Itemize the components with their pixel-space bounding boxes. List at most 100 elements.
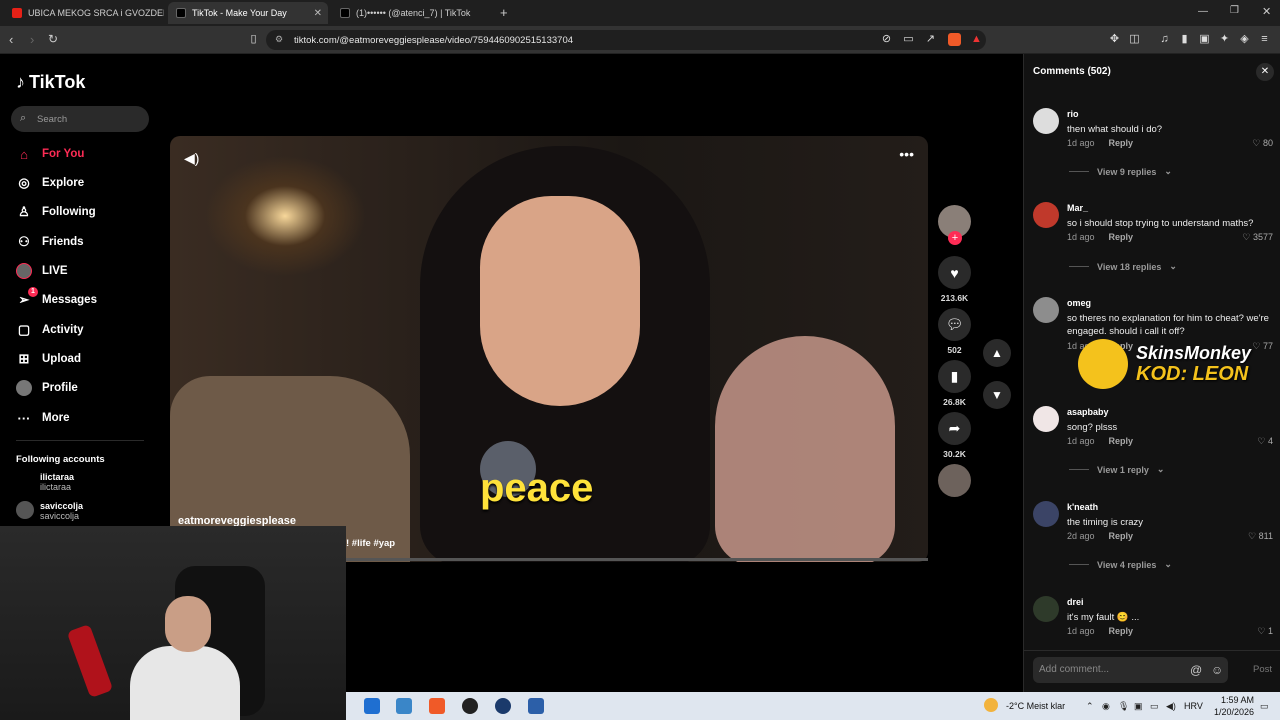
leo-ai-icon[interactable]: ✦ <box>1218 33 1231 46</box>
menu-icon[interactable]: ≡ <box>1258 33 1271 46</box>
brave-browser-icon[interactable] <box>429 698 445 714</box>
wallet-icon[interactable]: ▣ <box>1198 33 1211 46</box>
video-player[interactable]: peace ◀) ••• <box>170 136 928 562</box>
volume-icon[interactable]: ◀) <box>1166 701 1176 712</box>
nav-profile[interactable]: Profile <box>16 380 78 396</box>
nav-explore[interactable]: ◎ Explore <box>16 175 84 191</box>
share-icon[interactable]: ↗ <box>924 33 937 46</box>
volume-icon[interactable]: ◀) <box>184 150 199 167</box>
weather-text[interactable]: -2°C Meist klar <box>1006 701 1065 711</box>
network-icon[interactable]: ▭ <box>1150 701 1159 712</box>
avatar[interactable] <box>1033 501 1059 527</box>
comment-like[interactable]: ♡ 3577 <box>1242 232 1273 243</box>
start-icon[interactable] <box>364 698 380 714</box>
clock-date[interactable]: 1/20/2026 <box>1204 707 1254 717</box>
mic-icon[interactable]: 🎙︎ <box>1118 701 1129 712</box>
reload-icon[interactable]: ↻ <box>48 32 58 46</box>
post-button[interactable]: Post <box>1253 664 1272 675</box>
nav-friends[interactable]: ⚇ Friends <box>16 234 83 250</box>
following-account[interactable]: ilictaraa ilictaraa <box>16 472 74 492</box>
avatar[interactable] <box>1033 596 1059 622</box>
new-tab-icon[interactable]: + <box>500 5 508 20</box>
brave-rewards-icon[interactable]: ▲ <box>970 33 983 46</box>
sound-disc[interactable] <box>938 464 971 497</box>
following-account[interactable]: saviccolja saviccolja <box>16 501 83 521</box>
share-button[interactable]: ➦ 30.2K <box>938 412 971 459</box>
avatar[interactable] <box>1033 406 1059 432</box>
heart-outline-icon: ♡ <box>1248 531 1257 541</box>
screenshot-icon[interactable]: ◫ <box>1128 33 1141 46</box>
comment-button[interactable]: 💬︎ 502 <box>938 308 971 355</box>
back-icon[interactable]: ‹ <box>9 32 13 47</box>
sidebar-toggle-icon[interactable]: ▮ <box>1178 33 1191 46</box>
follow-plus-icon[interactable]: + <box>948 231 962 245</box>
comment-like[interactable]: ♡ 1 <box>1257 626 1273 637</box>
clock-time[interactable]: 1:59 AM <box>1208 695 1254 705</box>
inbox-icon: ▢ <box>17 322 31 337</box>
nav-messages[interactable]: ➢ 1 Messages <box>16 287 97 308</box>
nav-activity[interactable]: ▢ Activity <box>16 322 84 338</box>
cast-icon[interactable]: ▭ <box>902 33 915 46</box>
nav-live[interactable]: LIVE <box>16 263 68 279</box>
mute-site-icon[interactable]: ⊘ <box>880 33 893 46</box>
forward-icon[interactable]: › <box>30 32 34 47</box>
mention-icon[interactable]: @ <box>1190 663 1202 677</box>
weather-icon[interactable] <box>984 698 998 712</box>
next-video-button[interactable]: ▼ <box>983 381 1011 409</box>
extensions-icon[interactable]: ✥ <box>1108 33 1121 46</box>
nav-more[interactable]: ··· More <box>16 410 70 426</box>
tray-icon[interactable]: ▣ <box>1134 701 1143 712</box>
show-hidden-icons[interactable]: ⌃ <box>1086 701 1094 712</box>
minimize-icon[interactable]: — <box>1198 6 1208 17</box>
steam-icon[interactable] <box>495 698 511 714</box>
close-tab-icon[interactable]: ✕ <box>314 8 322 19</box>
comment-like[interactable]: ♡ 4 <box>1257 436 1273 447</box>
browser-tab-active[interactable]: TikTok - Make Your Day ✕ <box>168 2 328 24</box>
vpn-icon[interactable]: ◈ <box>1238 33 1251 46</box>
save-button[interactable]: ▮ 26.8K <box>938 360 971 407</box>
video-hashtags[interactable]: ! #life #yap <box>346 538 395 549</box>
previous-video-button[interactable]: ▲ <box>983 339 1011 367</box>
video-progress-bar[interactable] <box>346 558 928 561</box>
view-replies-button[interactable]: View 9 replies ⌄ <box>1069 166 1172 177</box>
close-window-icon[interactable]: ✕ <box>1262 5 1271 18</box>
app-icon[interactable] <box>528 698 544 714</box>
avatar[interactable] <box>1033 108 1059 134</box>
reply-button[interactable]: Reply <box>1109 232 1134 242</box>
emoji-icon[interactable]: ☺ <box>1211 663 1223 677</box>
language-indicator[interactable]: HRV <box>1184 701 1203 711</box>
brave-shields-icon[interactable] <box>948 33 961 46</box>
avatar[interactable] <box>1033 202 1059 228</box>
reply-button[interactable]: Reply <box>1109 626 1134 636</box>
obs-icon[interactable] <box>462 698 478 714</box>
avatar[interactable] <box>1033 297 1059 323</box>
media-icon[interactable]: ♫ <box>1158 33 1171 46</box>
view-replies-button[interactable]: View 4 replies ⌄ <box>1069 559 1172 570</box>
discord-icon[interactable]: ◉ <box>1102 701 1110 712</box>
live-icon <box>16 263 32 279</box>
reply-button[interactable]: Reply <box>1109 436 1134 446</box>
restore-icon[interactable]: ❐ <box>1230 5 1239 16</box>
view-replies-button[interactable]: View 1 reply ⌄ <box>1069 464 1164 475</box>
tiktok-logo[interactable]: ♪ TikTok <box>16 72 85 93</box>
comment-like[interactable]: ♡ 80 <box>1252 138 1273 149</box>
url-bar[interactable]: ⚙ tiktok.com/@eatmoreveggiesplease/video… <box>266 30 986 50</box>
close-comments-icon[interactable]: ✕ <box>1256 63 1274 81</box>
nav-for-you[interactable]: ⌂ For You <box>16 146 84 162</box>
comment-like[interactable]: ♡ 811 <box>1248 531 1273 542</box>
view-replies-button[interactable]: View 18 replies ⌄ <box>1069 261 1177 272</box>
site-info-icon[interactable]: ⚙ <box>275 34 283 45</box>
more-options-icon[interactable]: ••• <box>899 146 914 162</box>
creator-avatar[interactable]: + <box>938 205 971 245</box>
like-button[interactable]: ♥ 213.6K <box>938 256 971 303</box>
nav-upload[interactable]: ⊞ Upload <box>16 351 81 367</box>
reply-button[interactable]: Reply <box>1109 138 1134 148</box>
browser-tab[interactable]: (1)•••••• (@atenci_7) | TikTok <box>332 2 492 24</box>
nav-following[interactable]: ♙ Following <box>16 204 95 220</box>
browser-tab[interactable]: UBICA MEKOG SRCA i GVOZDENE PE <box>4 2 164 24</box>
reply-button[interactable]: Reply <box>1109 531 1134 541</box>
bookmark-icon[interactable]: ▯ <box>247 33 260 46</box>
notifications-icon[interactable]: ▭ <box>1260 701 1269 712</box>
search-input[interactable]: ⌕ Search <box>11 106 149 132</box>
file-explorer-icon[interactable] <box>396 698 412 714</box>
